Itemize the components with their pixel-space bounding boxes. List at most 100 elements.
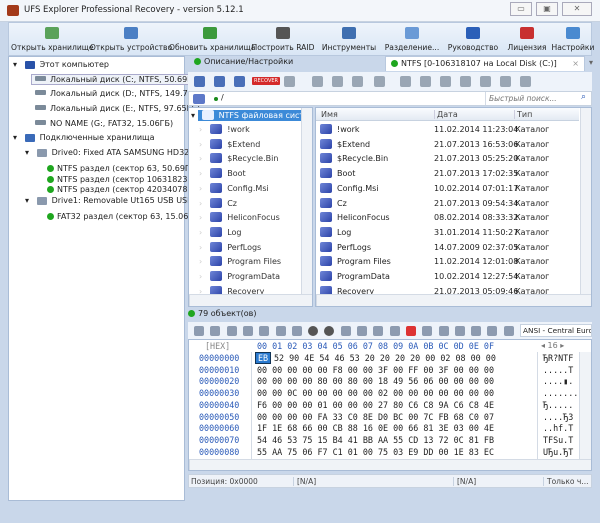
tree-folder[interactable]: › !work (199, 124, 250, 134)
file-tool-icon[interactable] (214, 76, 225, 87)
hex-tool-icon[interactable] (405, 326, 416, 336)
hex-tool-icon[interactable] (210, 326, 221, 336)
tree-disk[interactable]: Локальный диск (E:, NTFS, 97.65ГБ) (35, 104, 200, 113)
file-tool-icon[interactable] (284, 76, 295, 87)
hex-tool-icon[interactable] (357, 326, 367, 336)
tree-disk[interactable]: NO NAME (G:, FAT32, 15.06ГБ) (35, 119, 173, 128)
hex-bytes[interactable]: 00 00 00 00 80 00 80 00 18 49 56 06 00 0… (257, 376, 494, 386)
hex-bytes[interactable]: F6 00 00 00 01 00 00 00 27 80 C6 C8 9A C… (257, 400, 494, 410)
tree-disk[interactable]: Локальный диск (D:, NTFS, 149.73ГБ) (35, 89, 206, 98)
hex-bytes[interactable]: 55 AA 75 06 F7 C1 01 00 75 03 E9 DD 00 1… (257, 447, 494, 457)
hex-tool-icon[interactable] (487, 326, 498, 336)
hex-tool-icon[interactable] (259, 326, 270, 336)
toolbar-button-1[interactable]: Открыть устройство (89, 25, 173, 55)
tree-folder[interactable]: › Boot (199, 168, 246, 179)
toolbar-button-7[interactable]: Лицензия (502, 25, 552, 55)
hex-bytes[interactable]: 52 90 4E 54 46 53 20 20 20 20 00 02 08 0… (274, 353, 496, 363)
hex-tool-icon[interactable] (308, 326, 319, 336)
hex-horizontal-scrollbar[interactable] (189, 459, 591, 470)
list-vertical-scrollbar[interactable] (580, 108, 591, 294)
tree-folder[interactable]: › Program Files (199, 256, 281, 267)
hex-ascii[interactable]: ЂR?NTF (543, 353, 573, 363)
hex-tool-icon[interactable] (291, 326, 302, 336)
file-tool-icon[interactable] (194, 76, 205, 87)
hex-ascii[interactable]: .....Т (543, 365, 573, 375)
hex-selected-byte[interactable]: EB (255, 352, 272, 364)
list-horizontal-scrollbar[interactable] (316, 294, 591, 306)
hex-bytes[interactable]: 00 00 00 00 00 F8 00 00 3F 00 FF 00 3F 0… (257, 365, 494, 375)
file-row[interactable]: $Extend 21.07.2013 16:53:06 Каталог (316, 138, 578, 152)
tree-folder[interactable]: › HeliconFocus (199, 212, 280, 223)
file-tool-icon[interactable] (440, 76, 451, 87)
close-button[interactable]: ✕ (562, 2, 592, 16)
tree-partition[interactable]: FAT32 раздел (сектор 63, 15.06ГБ) (47, 212, 202, 221)
file-tool-icon[interactable] (500, 76, 511, 87)
hex-tool-icon[interactable] (471, 326, 482, 336)
quick-search-input[interactable] (485, 92, 579, 105)
tab-close-button[interactable]: × (572, 59, 579, 68)
toolbar-button-6[interactable]: Руководство (441, 25, 505, 55)
path-field[interactable]: / (221, 93, 224, 102)
hex-tool-icon[interactable] (389, 326, 400, 336)
hex-ascii[interactable]: UЂu.ЂТ (543, 447, 573, 457)
file-tool-icon[interactable] (480, 76, 491, 87)
file-row[interactable]: Config.Msi 10.02.2014 07:01:17 Каталог (316, 182, 578, 196)
hex-tool-icon[interactable] (422, 326, 433, 336)
file-row[interactable]: Log 31.01.2014 11:50:27 Каталог (316, 226, 578, 240)
hex-ascii[interactable]: ....▮. (543, 376, 573, 386)
tree-folder[interactable]: › $Extend (199, 138, 260, 149)
file-tool-icon[interactable] (234, 76, 245, 87)
column-date[interactable]: Дата (434, 110, 458, 119)
file-tool-icon[interactable] (312, 76, 323, 87)
file-row[interactable]: ProgramData 10.02.2014 12:27:54 Каталог (316, 270, 578, 284)
file-row[interactable]: !work 11.02.2014 11:23:04 Каталог (316, 123, 578, 137)
hex-bytes[interactable]: 1F 1E 68 66 00 CB 88 16 0E 00 66 81 3E 0… (257, 423, 494, 433)
bytes-per-row-control[interactable]: ◂ 16 ▸ (541, 341, 564, 350)
file-row[interactable]: Program Files 11.02.2014 12:01:08 Каталог (316, 255, 578, 269)
file-tool-icon[interactable] (520, 76, 531, 87)
hex-vertical-scrollbar[interactable] (579, 352, 591, 460)
column-type[interactable]: Тип (514, 110, 532, 119)
tree-folder[interactable]: › ProgramData (199, 271, 280, 281)
maximize-button[interactable]: ▣ (536, 2, 558, 16)
hex-tool-icon[interactable] (275, 326, 286, 336)
hex-ascii[interactable]: ..hf.Т (543, 423, 573, 433)
hex-ascii[interactable]: TFSu.Т (543, 435, 573, 445)
toolbar-button-2[interactable]: Обновить хранилища (169, 25, 255, 55)
recover-button[interactable]: RECOVER (252, 77, 281, 85)
file-tool-icon[interactable] (460, 76, 471, 87)
encoding-select[interactable]: ANSI - Central Europe (520, 324, 592, 337)
hex-tool-icon[interactable] (226, 326, 237, 336)
hex-tool-icon[interactable] (324, 326, 335, 336)
toolbar-button-0[interactable]: Открыть хранилище (11, 25, 94, 55)
hex-bytes[interactable]: 54 46 53 75 15 B4 41 BB AA 55 CD 13 72 0… (257, 435, 494, 445)
column-name[interactable]: Имя (321, 110, 338, 119)
tab-ntfs[interactable]: NTFS [0-106318107 на Local Disk (C:)] × (385, 56, 585, 71)
toolbar-button-3[interactable]: Построить RAID (247, 25, 319, 55)
toolbar-button-5[interactable]: Разделение... (379, 25, 445, 55)
hex-tool-icon[interactable] (438, 326, 449, 336)
tree-partition[interactable]: NTFS раздел (сектор 63, 50.69ГБ) (47, 164, 198, 173)
tree-folder[interactable]: › Config.Msi (199, 182, 269, 193)
hex-tool-icon[interactable] (194, 326, 204, 336)
hex-bytes[interactable]: 00 00 00 00 FA 33 C0 8E D0 BC 00 7C FB 6… (257, 412, 494, 422)
toolbar-button-8[interactable]: Настройки (549, 25, 597, 55)
file-row[interactable]: HeliconFocus 08.02.2014 08:33:32 Каталог (316, 211, 578, 225)
toolbar-button-4[interactable]: Инструменты (314, 25, 384, 55)
minimize-button[interactable]: ▭ (510, 2, 532, 16)
tree-horizontal-scrollbar[interactable] (189, 294, 312, 306)
file-tool-icon[interactable] (332, 76, 343, 87)
hex-bytes[interactable]: 00 00 0C 00 00 00 00 00 02 00 00 00 00 0… (257, 388, 494, 398)
file-tool-icon[interactable] (420, 76, 431, 87)
file-row[interactable]: PerfLogs 14.07.2009 02:37:05 Каталог (316, 241, 578, 255)
search-icon[interactable]: ⌕ (581, 92, 586, 102)
file-row[interactable]: $Recycle.Bin 21.07.2013 05:25:20 Каталог (316, 152, 578, 166)
hex-tool-icon[interactable] (503, 326, 514, 336)
tree-vertical-scrollbar[interactable] (301, 108, 312, 294)
tree-folder[interactable]: › $Recycle.Bin (199, 153, 278, 164)
hex-ascii[interactable]: Ђ..... (543, 400, 573, 410)
tree-computer[interactable]: Этот компьютер (40, 60, 109, 69)
hex-tool-icon[interactable] (340, 326, 351, 336)
tree-folder[interactable]: › PerfLogs (199, 241, 261, 252)
file-tool-icon[interactable] (400, 76, 411, 87)
